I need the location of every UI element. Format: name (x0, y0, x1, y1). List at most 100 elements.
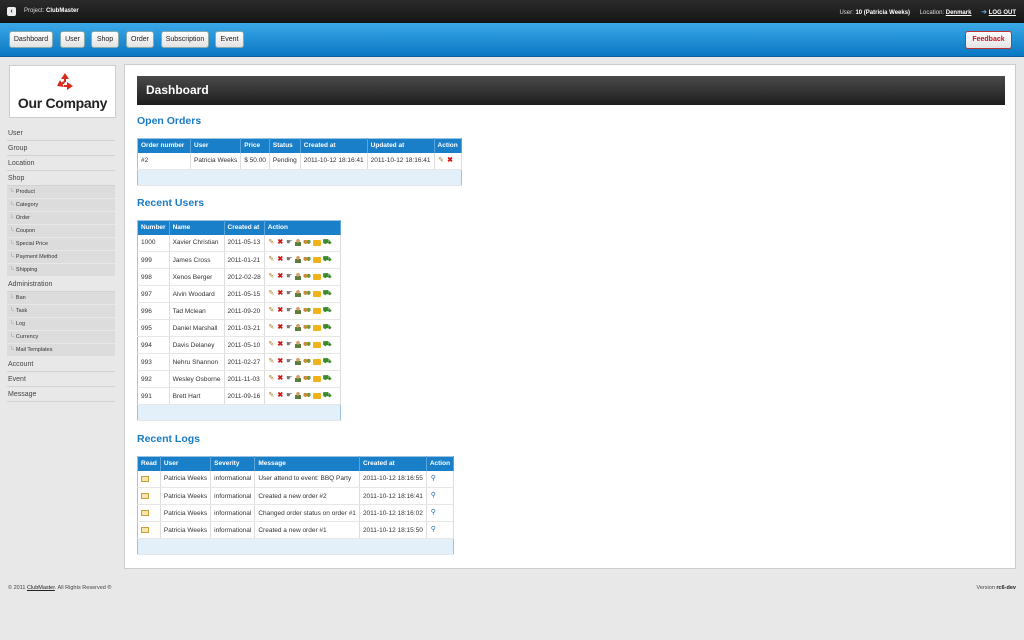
cart-icon[interactable]: ⛟ (323, 375, 332, 382)
delete-icon[interactable]: ✖ (447, 157, 454, 164)
view-icon[interactable]: ⚲ (430, 509, 437, 516)
delete-icon[interactable]: ✖ (277, 358, 284, 365)
sidebar-subitem-coupon[interactable]: └ Coupon (7, 225, 115, 238)
user-icon[interactable] (294, 273, 301, 281)
delete-icon[interactable]: ✖ (277, 239, 284, 246)
group-icon[interactable] (302, 290, 311, 298)
ban-icon[interactable]: ☛ (286, 239, 293, 246)
logout-link[interactable]: LOG OUT (989, 10, 1016, 16)
sidebar-subitem-category[interactable]: └ Category (7, 199, 115, 212)
user-icon[interactable] (294, 341, 301, 349)
card-icon[interactable] (312, 307, 321, 314)
view-icon[interactable]: ⚲ (430, 526, 437, 533)
edit-icon[interactable]: ✎ (268, 392, 275, 399)
nav-order[interactable]: Order (126, 31, 154, 48)
group-icon[interactable] (302, 392, 311, 400)
user-icon[interactable] (294, 358, 301, 366)
sidebar-subitem-special-price[interactable]: └ Special Price (7, 238, 115, 251)
ban-icon[interactable]: ☛ (286, 290, 293, 297)
sidebar-subitem-product[interactable]: └ Product (7, 186, 115, 199)
card-icon[interactable] (312, 273, 321, 280)
sidebar-item-message[interactable]: Message (7, 387, 115, 402)
cart-icon[interactable]: ⛟ (323, 392, 332, 399)
delete-icon[interactable]: ✖ (277, 256, 284, 263)
group-icon[interactable] (302, 358, 311, 366)
delete-icon[interactable]: ✖ (277, 341, 284, 348)
ban-icon[interactable]: ☛ (286, 307, 293, 314)
edit-icon[interactable]: ✎ (268, 290, 275, 297)
sidebar-item-location[interactable]: Location (7, 156, 115, 171)
sidebar-subitem-ban[interactable]: └ Ban (7, 292, 115, 305)
card-icon[interactable] (312, 239, 321, 246)
delete-icon[interactable]: ✖ (277, 290, 284, 297)
card-icon[interactable] (312, 341, 321, 348)
ban-icon[interactable]: ☛ (286, 341, 293, 348)
edit-icon[interactable]: ✎ (268, 324, 275, 331)
sidebar-subitem-currency[interactable]: └ Currency (7, 331, 115, 344)
sidebar-subitem-payment-method[interactable]: └ Payment Method (7, 251, 115, 264)
sidebar-item-group[interactable]: Group (7, 141, 115, 156)
nav-shop[interactable]: Shop (91, 31, 119, 48)
group-icon[interactable] (302, 307, 311, 315)
card-icon[interactable] (312, 375, 321, 382)
sidebar-item-administration[interactable]: Administration (7, 277, 115, 292)
sidebar-subitem-mail-templates[interactable]: └ Mail Templates (7, 344, 115, 357)
card-icon[interactable] (312, 358, 321, 365)
ban-icon[interactable]: ☛ (286, 358, 293, 365)
delete-icon[interactable]: ✖ (277, 375, 284, 382)
sidebar-subitem-log[interactable]: └ Log (7, 318, 115, 331)
edit-icon[interactable]: ✎ (268, 256, 275, 263)
cart-icon[interactable]: ⛟ (323, 341, 332, 348)
delete-icon[interactable]: ✖ (277, 273, 284, 280)
nav-event[interactable]: Event (215, 31, 244, 48)
user-icon[interactable] (294, 375, 301, 383)
cart-icon[interactable]: ⛟ (323, 307, 332, 314)
sidebar-item-shop[interactable]: Shop (7, 171, 115, 186)
delete-icon[interactable]: ✖ (277, 392, 284, 399)
location-link[interactable]: Denmark (946, 10, 972, 16)
delete-icon[interactable]: ✖ (277, 307, 284, 314)
group-icon[interactable] (302, 256, 311, 264)
view-icon[interactable]: ⚲ (430, 492, 437, 499)
edit-icon[interactable]: ✎ (268, 273, 275, 280)
sidebar-subitem-shipping[interactable]: └ Shipping (7, 264, 115, 277)
cart-icon[interactable]: ⛟ (323, 358, 332, 365)
cart-icon[interactable]: ⛟ (323, 239, 332, 246)
nav-user[interactable]: User (60, 31, 85, 48)
ban-icon[interactable]: ☛ (286, 324, 293, 331)
cart-icon[interactable]: ⛟ (323, 324, 332, 331)
sidebar-subitem-task[interactable]: └ Task (7, 305, 115, 318)
sidebar-item-event[interactable]: Event (7, 372, 115, 387)
card-icon[interactable] (312, 324, 321, 331)
view-icon[interactable]: ⚲ (430, 475, 437, 482)
cart-icon[interactable]: ⛟ (323, 290, 332, 297)
sidebar-subitem-order[interactable]: └ Order (7, 212, 115, 225)
back-icon[interactable]: ‹ (7, 7, 16, 16)
edit-icon[interactable]: ✎ (438, 157, 445, 164)
delete-icon[interactable]: ✖ (277, 324, 284, 331)
edit-icon[interactable]: ✎ (268, 239, 275, 246)
sidebar-item-account[interactable]: Account (7, 357, 115, 372)
nav-subscription[interactable]: Subscription (161, 31, 209, 48)
edit-icon[interactable]: ✎ (268, 375, 275, 382)
ban-icon[interactable]: ☛ (286, 392, 293, 399)
sidebar-item-user[interactable]: User (7, 126, 115, 141)
group-icon[interactable] (302, 375, 311, 383)
ban-icon[interactable]: ☛ (286, 256, 293, 263)
user-icon[interactable] (294, 307, 301, 315)
edit-icon[interactable]: ✎ (268, 358, 275, 365)
group-icon[interactable] (302, 341, 311, 349)
user-icon[interactable] (294, 324, 301, 332)
ban-icon[interactable]: ☛ (286, 273, 293, 280)
group-icon[interactable] (302, 273, 311, 281)
nav-dashboard[interactable]: Dashboard (9, 31, 53, 48)
group-icon[interactable] (302, 239, 311, 247)
card-icon[interactable] (312, 392, 321, 399)
user-icon[interactable] (294, 239, 301, 247)
ban-icon[interactable]: ☛ (286, 375, 293, 382)
feedback-button[interactable]: Feedback (965, 31, 1012, 49)
user-icon[interactable] (294, 290, 301, 298)
edit-icon[interactable]: ✎ (268, 341, 275, 348)
company-logo[interactable]: Our Company (9, 65, 116, 118)
cart-icon[interactable]: ⛟ (323, 273, 332, 280)
